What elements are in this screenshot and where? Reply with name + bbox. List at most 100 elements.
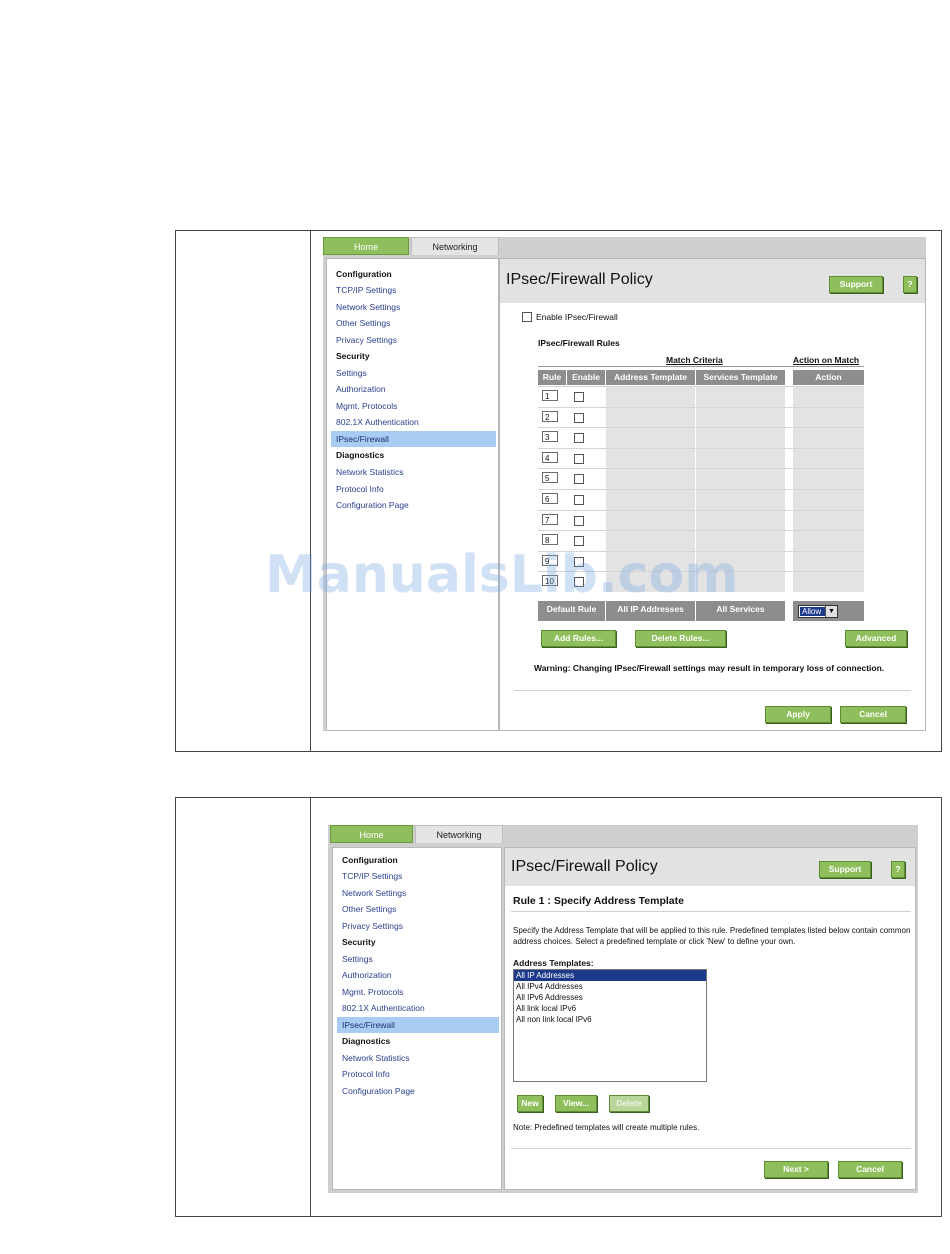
rule-enable-checkbox[interactable] bbox=[574, 474, 584, 485]
rule-number-input[interactable]: 3 bbox=[542, 431, 558, 443]
advanced-button[interactable]: Advanced bbox=[845, 630, 907, 647]
rule-cell: 3 bbox=[538, 428, 566, 448]
nav-heading-configuration: Configuration bbox=[342, 855, 398, 865]
services-template-cell bbox=[696, 387, 785, 407]
services-template-cell bbox=[696, 407, 785, 428]
sidebar-item-privacy-settings[interactable]: Privacy Settings bbox=[331, 332, 496, 348]
rule-enable-checkbox[interactable] bbox=[574, 495, 584, 505]
tab-home[interactable]: Home bbox=[330, 825, 413, 843]
sidebar-item-network-settings[interactable]: Network Settings bbox=[337, 885, 499, 901]
cancel-button[interactable]: Cancel bbox=[838, 1161, 902, 1178]
sidebar-item-configuration-page[interactable]: Configuration Page bbox=[331, 497, 496, 513]
sidebar-nav: Configuration TCP/IP Settings Network Se… bbox=[332, 847, 502, 1190]
address-template-cell bbox=[606, 490, 695, 510]
list-item[interactable]: All link local IPv6 bbox=[514, 1003, 706, 1014]
list-item[interactable]: All IPv4 Addresses bbox=[514, 981, 706, 992]
add-rules-button[interactable]: Add Rules... bbox=[541, 630, 616, 647]
address-template-cell bbox=[606, 428, 695, 448]
address-template-cell bbox=[606, 510, 695, 531]
enable-cell bbox=[567, 448, 605, 469]
sidebar-item-privacy-settings[interactable]: Privacy Settings bbox=[337, 918, 499, 934]
page-title: IPsec/Firewall Policy bbox=[506, 271, 653, 288]
next-button[interactable]: Next > bbox=[764, 1161, 828, 1178]
rule-enable-checkbox[interactable] bbox=[574, 392, 584, 402]
delete-rules-button[interactable]: Delete Rules... bbox=[635, 630, 726, 647]
sidebar-item-8021x[interactable]: 802.1X Authentication bbox=[331, 414, 496, 430]
list-item[interactable]: All non link local IPv6 bbox=[514, 1014, 706, 1025]
action-on-match-header: Action on Match bbox=[793, 355, 860, 365]
tab-networking[interactable]: Networking bbox=[415, 825, 503, 843]
enable-ipsec-checkbox[interactable] bbox=[522, 312, 532, 322]
sidebar-item-network-settings[interactable]: Network Settings bbox=[331, 299, 496, 315]
sidebar-item-mgmt-protocols[interactable]: Mgmt. Protocols bbox=[337, 984, 499, 1000]
new-button[interactable]: New bbox=[517, 1095, 543, 1112]
rule-number-input[interactable]: 7 bbox=[542, 513, 558, 525]
sidebar-item-tcpip[interactable]: TCP/IP Settings bbox=[331, 282, 496, 298]
rule-cell: 6 bbox=[538, 490, 566, 510]
support-button[interactable]: Support bbox=[819, 861, 871, 878]
table-row: 1 bbox=[538, 386, 864, 407]
sidebar-item-protocol-info[interactable]: Protocol Info bbox=[337, 1066, 499, 1082]
frame-divider bbox=[310, 798, 311, 1216]
nav-heading-configuration: Configuration bbox=[336, 269, 392, 279]
sidebar-item-network-statistics[interactable]: Network Statistics bbox=[337, 1050, 499, 1066]
rule-number-input[interactable]: 1 bbox=[542, 390, 558, 401]
rule-enable-checkbox[interactable] bbox=[574, 453, 584, 464]
enable-cell bbox=[567, 469, 605, 489]
support-button[interactable]: Support bbox=[829, 276, 883, 293]
header-rule bbox=[538, 366, 864, 367]
sidebar-item-protocol-info[interactable]: Protocol Info bbox=[331, 481, 496, 497]
rule-cell: 1 bbox=[538, 387, 566, 407]
rule-enable-checkbox[interactable] bbox=[574, 412, 584, 423]
default-action-select[interactable]: Allow ▼ bbox=[798, 605, 838, 618]
col-enable: Enable bbox=[567, 370, 605, 385]
enable-cell bbox=[567, 387, 605, 407]
col-services-template: Services Template bbox=[696, 370, 785, 385]
subtitle-rule bbox=[511, 911, 911, 912]
delete-button[interactable]: Delete bbox=[609, 1095, 649, 1112]
nav-heading-security: Security bbox=[342, 937, 376, 947]
rule-enable-checkbox[interactable] bbox=[574, 433, 584, 444]
rule-number-input[interactable]: 8 bbox=[542, 534, 558, 546]
rule-number-input[interactable]: 5 bbox=[542, 472, 558, 484]
table-row: 4 bbox=[538, 447, 864, 469]
sidebar-item-configuration-page[interactable]: Configuration Page bbox=[337, 1083, 499, 1099]
sidebar-item-mgmt-protocols[interactable]: Mgmt. Protocols bbox=[331, 398, 496, 414]
sidebar-item-ipsec-firewall[interactable]: IPsec/Firewall bbox=[337, 1017, 499, 1033]
tab-home[interactable]: Home bbox=[323, 237, 409, 255]
address-templates-label: Address Templates: bbox=[513, 958, 594, 968]
list-item[interactable]: All IPv6 Addresses bbox=[514, 992, 706, 1003]
sidebar-item-settings[interactable]: Settings bbox=[337, 951, 499, 967]
services-template-cell bbox=[696, 490, 785, 510]
separator bbox=[514, 690, 911, 691]
view-button[interactable]: View... bbox=[555, 1095, 597, 1112]
default-action-value: Allow bbox=[800, 607, 828, 616]
cancel-button[interactable]: Cancel bbox=[840, 706, 906, 723]
help-button[interactable]: ? bbox=[891, 861, 905, 878]
rule-number-input[interactable]: 6 bbox=[542, 493, 558, 504]
rule-enable-checkbox[interactable] bbox=[574, 515, 584, 526]
rule-cell: 7 bbox=[538, 510, 566, 531]
sidebar-item-authorization[interactable]: Authorization bbox=[331, 381, 496, 397]
tab-networking[interactable]: Networking bbox=[411, 237, 499, 255]
sidebar-item-authorization[interactable]: Authorization bbox=[337, 967, 499, 983]
table-row: 5 bbox=[538, 468, 864, 489]
sidebar-item-ipsec-firewall[interactable]: IPsec/Firewall bbox=[331, 431, 496, 447]
sidebar-item-settings[interactable]: Settings bbox=[331, 365, 496, 381]
address-templates-list[interactable]: All IP Addresses All IPv4 Addresses All … bbox=[513, 969, 707, 1082]
sidebar-item-8021x[interactable]: 802.1X Authentication bbox=[337, 1000, 499, 1016]
sidebar-item-other-settings[interactable]: Other Settings bbox=[331, 315, 496, 331]
rule-cell: 5 bbox=[538, 469, 566, 489]
sidebar-nav: Configuration TCP/IP Settings Network Se… bbox=[326, 258, 499, 731]
help-button[interactable]: ? bbox=[903, 276, 917, 293]
list-item[interactable]: All IP Addresses bbox=[514, 970, 706, 981]
action-cell bbox=[793, 387, 864, 407]
services-template-cell bbox=[696, 510, 785, 531]
watermark: ManualsLib.com bbox=[265, 545, 739, 605]
sidebar-item-other-settings[interactable]: Other Settings bbox=[337, 901, 499, 917]
sidebar-item-tcpip[interactable]: TCP/IP Settings bbox=[337, 868, 499, 884]
apply-button[interactable]: Apply bbox=[765, 706, 831, 723]
sidebar-item-network-statistics[interactable]: Network Statistics bbox=[331, 464, 496, 480]
rule-number-input[interactable]: 2 bbox=[542, 410, 558, 422]
rule-number-input[interactable]: 4 bbox=[542, 451, 558, 463]
